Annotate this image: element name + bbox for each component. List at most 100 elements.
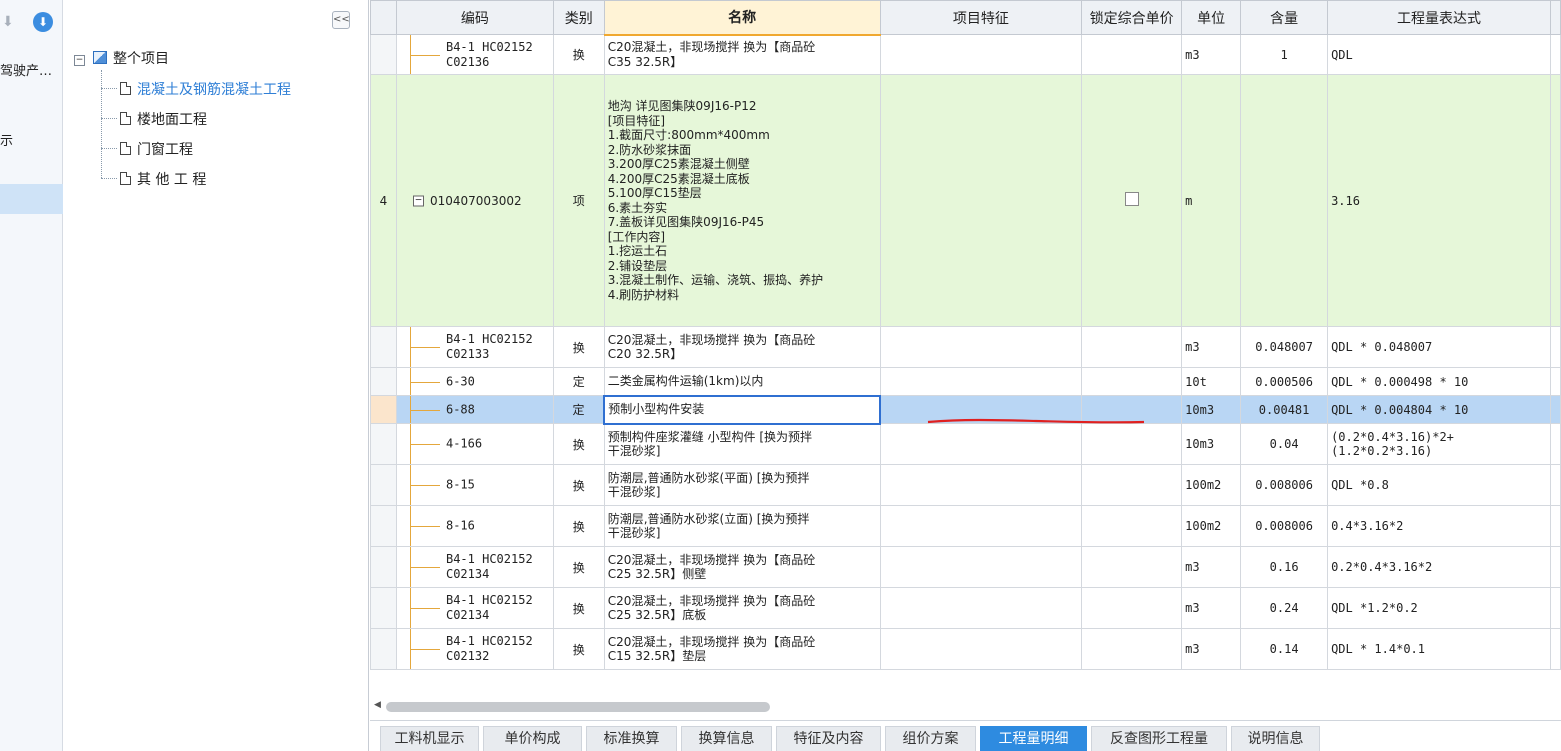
code-cell[interactable]: B4-1 HC02152 C02134 [395, 587, 554, 629]
expression-cell[interactable]: 0.4*3.16*2 [1327, 505, 1551, 547]
expression-cell[interactable]: QDL * 1.4*0.1 [1327, 628, 1551, 670]
row-number[interactable] [370, 505, 397, 547]
unit-cell[interactable]: 10t [1181, 367, 1242, 396]
table-row[interactable]: 4-166 换 预制构件座浆灌缝 小型构件 [换为预拌 干混砂浆] 10m3 0.04 (0… [370, 423, 1561, 465]
unit-cell[interactable]: m3 [1181, 34, 1242, 75]
code-cell[interactable]: B4-1 HC02152 C02136 [395, 34, 554, 75]
quantity-cell[interactable]: 1 [1240, 34, 1329, 75]
code-cell[interactable]: 6-30 [395, 367, 554, 396]
name-cell[interactable]: C20混凝土，非现场搅拌 换为【商品砼 C25 32.5R】侧壁 [603, 546, 881, 588]
header-unit[interactable]: 单位 [1181, 0, 1242, 35]
expression-cell[interactable]: QDL * 0.000498 * 10 [1327, 367, 1551, 396]
feature-cell[interactable] [879, 628, 1083, 670]
tree-item-doors-windows[interactable]: 门窗工程 [120, 139, 193, 159]
category-cell[interactable]: 定 [552, 395, 605, 424]
feature-cell[interactable] [879, 34, 1083, 75]
scrollbar-thumb[interactable] [386, 702, 770, 712]
expression-cell[interactable]: QDL *1.2*0.2 [1327, 587, 1551, 629]
lock-price-cell[interactable] [1081, 423, 1183, 465]
category-cell[interactable]: 换 [552, 464, 605, 506]
name-cell[interactable]: C20混凝土，非现场搅拌 换为【商品砼 C20 32.5R】 [603, 326, 881, 368]
row-number[interactable] [370, 34, 397, 75]
name-cell[interactable]: 防潮层,普通防水砂浆(平面) [换为预拌 干混砂浆] [603, 464, 881, 506]
row-number[interactable] [370, 367, 397, 396]
header-code[interactable]: 编码 [395, 0, 554, 35]
quantity-cell[interactable]: 0.00481 [1240, 395, 1329, 424]
lock-price-cell[interactable] [1081, 628, 1183, 670]
row-number[interactable]: 4 [370, 74, 397, 327]
tree-item-floor[interactable]: 楼地面工程 [120, 109, 207, 129]
feature-cell[interactable] [879, 505, 1083, 547]
expression-cell[interactable]: QDL * 0.004804 * 10 [1327, 395, 1551, 424]
row-number[interactable] [370, 326, 397, 368]
collapse-toggle-icon[interactable]: − [412, 195, 424, 206]
header-feature[interactable]: 项目特征 [879, 0, 1083, 35]
tab-5[interactable]: 组价方案 [885, 726, 976, 751]
tab-2[interactable]: 标准换算 [586, 726, 677, 751]
unit-cell[interactable]: 10m3 [1181, 395, 1242, 424]
feature-cell[interactable] [879, 326, 1083, 368]
arrow-down-icon[interactable]: ⬇ [2, 14, 14, 30]
download-icon[interactable]: ⬇ [33, 12, 53, 32]
quantity-cell[interactable]: 0.14 [1240, 628, 1329, 670]
row-number[interactable] [370, 546, 397, 588]
name-cell[interactable]: C20混凝土，非现场搅拌 换为【商品砼 C25 32.5R】底板 [603, 587, 881, 629]
category-cell[interactable]: 换 [552, 587, 605, 629]
lock-price-cell[interactable] [1081, 74, 1183, 327]
lock-price-cell[interactable] [1081, 587, 1183, 629]
table-row[interactable]: B4-1 HC02152 C02134 换 C20混凝土，非现场搅拌 换为【商品砼 C2… [370, 587, 1561, 629]
name-cell[interactable]: C20混凝土，非现场搅拌 换为【商品砼 C35 32.5R】 [603, 34, 881, 75]
row-number[interactable] [370, 423, 397, 465]
row-number[interactable] [370, 395, 397, 424]
category-cell[interactable]: 换 [552, 423, 605, 465]
lock-price-cell[interactable] [1081, 367, 1183, 396]
lock-price-checkbox[interactable] [1124, 192, 1139, 206]
collapse-toggle-icon[interactable]: − [74, 55, 85, 66]
quantity-cell[interactable]: 0.008006 [1240, 464, 1329, 506]
header-quantity[interactable]: 含量 [1240, 0, 1329, 35]
code-cell[interactable]: 4-166 [395, 423, 554, 465]
unit-cell[interactable]: 10m3 [1181, 423, 1242, 465]
quantity-cell[interactable]: 0.24 [1240, 587, 1329, 629]
quantity-cell[interactable]: 0.04 [1240, 423, 1329, 465]
tab-7[interactable]: 反查图形工程量 [1091, 726, 1227, 751]
feature-cell[interactable] [879, 587, 1083, 629]
lock-price-cell[interactable] [1081, 34, 1183, 75]
table-row[interactable]: B4-1 HC02152 C02132 换 C20混凝土，非现场搅拌 换为【商品砼 C1… [370, 628, 1561, 670]
code-cell[interactable]: 6-88 [395, 395, 554, 424]
tree-root-node[interactable]: − 整个项目 [74, 48, 169, 68]
table-row[interactable]: 4−010407003002 项地沟 详见图集陕09J16-P12 [项目特征] 1.… [370, 74, 1561, 327]
unit-cell[interactable]: 100m2 [1181, 505, 1242, 547]
lock-price-cell[interactable] [1081, 505, 1183, 547]
expression-cell[interactable]: QDL * 0.048007 [1327, 326, 1551, 368]
unit-cell[interactable]: 100m2 [1181, 464, 1242, 506]
unit-cell[interactable]: m3 [1181, 546, 1242, 588]
quantity-cell[interactable]: 0.048007 [1240, 326, 1329, 368]
tab-4[interactable]: 特征及内容 [776, 726, 881, 751]
feature-cell[interactable] [879, 74, 1083, 327]
name-cell[interactable]: 地沟 详见图集陕09J16-P12 [项目特征] 1.截面尺寸:800mm*400m… [603, 74, 881, 327]
header-expression[interactable]: 工程量表达式 [1327, 0, 1551, 35]
code-cell[interactable]: B4-1 HC02152 C02134 [395, 546, 554, 588]
tab-1[interactable]: 单价构成 [483, 726, 582, 751]
row-number[interactable] [370, 587, 397, 629]
category-cell[interactable]: 换 [552, 505, 605, 547]
category-cell[interactable]: 换 [552, 546, 605, 588]
category-cell[interactable]: 定 [552, 367, 605, 396]
name-cell[interactable]: 防潮层,普通防水砂浆(立面) [换为预拌 干混砂浆] [603, 505, 881, 547]
unit-cell[interactable]: m [1181, 74, 1242, 327]
code-cell[interactable]: B4-1 HC02152 C02133 [395, 326, 554, 368]
name-cell[interactable]: 预制构件座浆灌缝 小型构件 [换为预拌 干混砂浆] [603, 423, 881, 465]
expression-cell[interactable]: 3.16 [1327, 74, 1551, 327]
quantity-cell[interactable]: 0.000506 [1240, 367, 1329, 396]
tree-item-concrete[interactable]: 混凝土及钢筋混凝土工程 [120, 79, 291, 99]
unit-cell[interactable]: m3 [1181, 628, 1242, 670]
feature-cell[interactable] [879, 546, 1083, 588]
expression-cell[interactable]: QDL [1327, 34, 1551, 75]
tree-item-other[interactable]: 其 他 工 程 [120, 169, 206, 189]
table-row[interactable]: B4-1 HC02152 C02134 换 C20混凝土，非现场搅拌 换为【商品砼 C2… [370, 546, 1561, 588]
name-cell[interactable]: 二类金属构件运输(1km)以内 [603, 367, 881, 396]
collapse-panel-button[interactable]: << [332, 11, 350, 29]
left-nav-selected-item[interactable] [0, 184, 63, 214]
expression-cell[interactable]: QDL *0.8 [1327, 464, 1551, 506]
